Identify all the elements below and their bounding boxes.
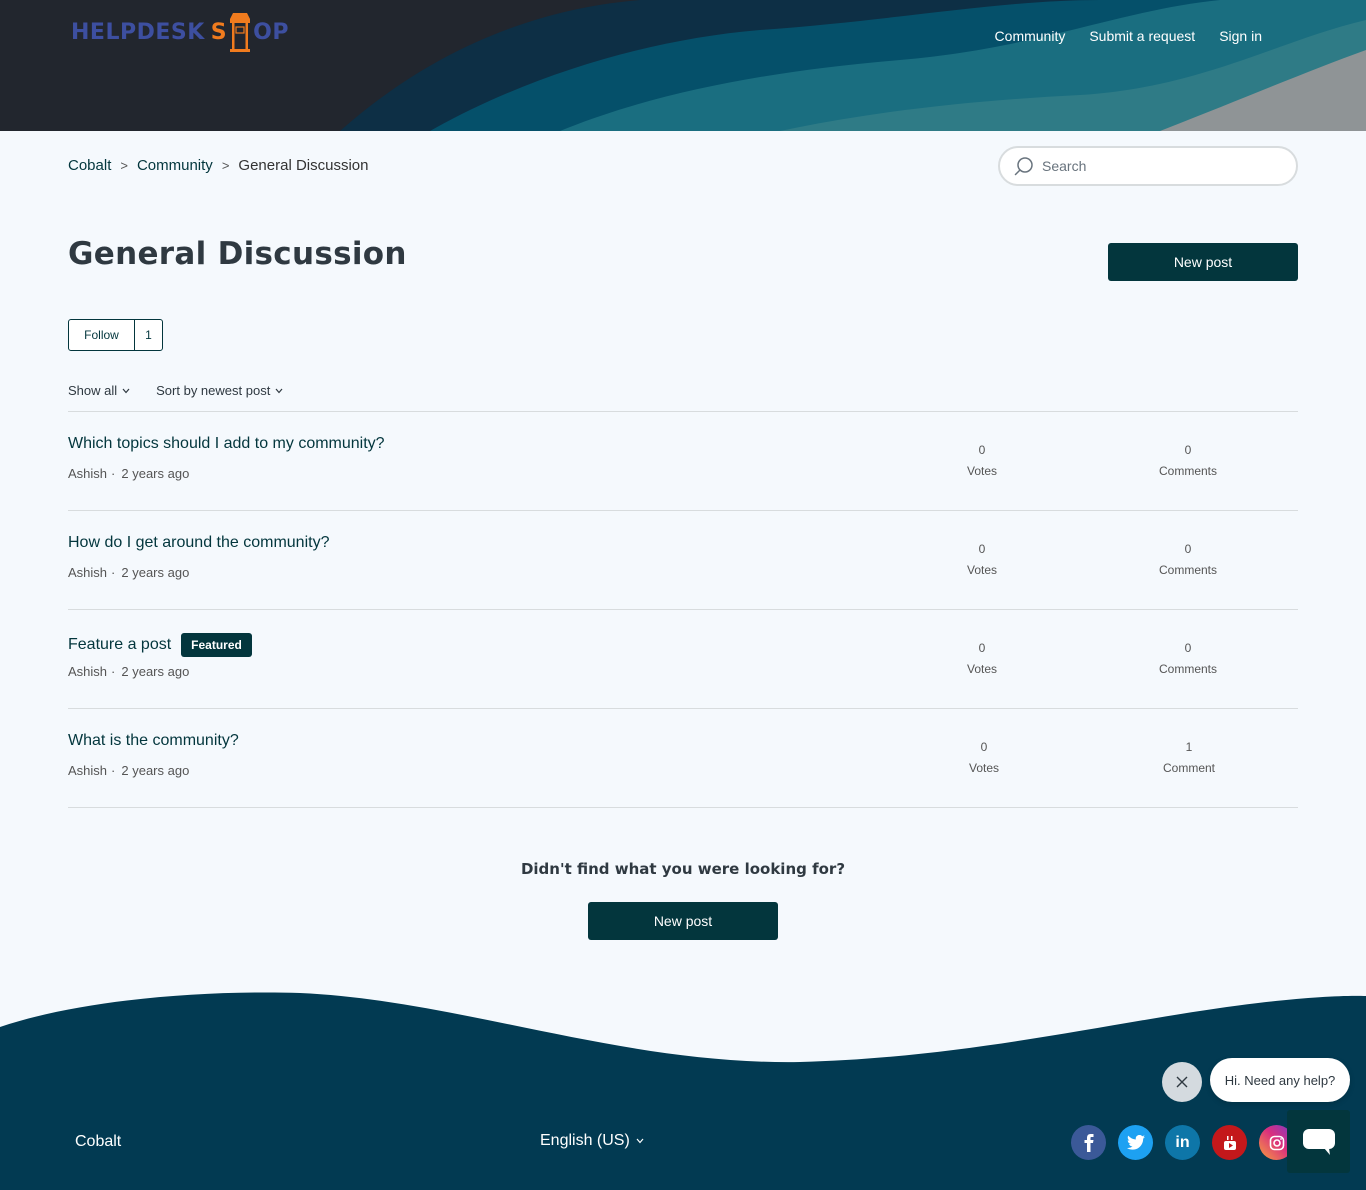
shop-stall-icon (230, 13, 251, 52)
breadcrumb: Cobalt > Community > General Discussion (68, 157, 368, 174)
post-author: Ashish (68, 565, 108, 580)
comment-count: 1 (1185, 740, 1193, 754)
new-post-button-bottom[interactable]: New post (588, 902, 778, 940)
chevron-down-icon (636, 1138, 644, 1144)
logo-text-op: OP (253, 19, 289, 45)
comments-label: Comments (1158, 464, 1217, 478)
meta-separator: · (111, 763, 116, 778)
chat-dismiss-button[interactable] (1162, 1062, 1202, 1102)
helpdesk-shop-logo[interactable]: HELPDESK S OP (71, 10, 289, 54)
post-item: How do I get around the community? Ashis… (68, 511, 1298, 610)
featured-badge: Featured (181, 633, 252, 657)
language-label: English (US) (540, 1132, 630, 1149)
youtube-icon[interactable] (1212, 1125, 1247, 1160)
post-item: What is the community? Ashish · 2 years ag… (68, 709, 1298, 808)
post-author: Ashish (68, 466, 108, 481)
post-title-link[interactable]: Feature a post (68, 636, 171, 654)
vote-count: 0 (978, 542, 986, 556)
meta-separator: · (111, 565, 116, 580)
post-comments: 1 Comment (1139, 740, 1239, 775)
new-post-button[interactable]: New post (1108, 243, 1298, 281)
footer-brand[interactable]: Cobalt (75, 1133, 121, 1151)
social-links: in (1071, 1125, 1294, 1160)
search-box[interactable] (998, 146, 1298, 186)
post-title-link[interactable]: Which topics should I add to my communit… (68, 435, 385, 453)
comments-label: Comments (1158, 662, 1217, 676)
sort-label: Sort by newest post (156, 383, 271, 398)
vote-count: 0 (980, 740, 988, 754)
page-title: General Discussion (68, 236, 407, 272)
meta-separator: · (111, 664, 116, 679)
votes-label: Votes (968, 761, 1000, 775)
votes-label: Votes (966, 464, 998, 478)
vote-count: 0 (978, 641, 986, 655)
post-votes: 0 Votes (932, 443, 1032, 478)
post-time: 2 years ago (121, 565, 190, 580)
post-item: Feature a post Featured Ashish · 2 years ag… (68, 610, 1298, 709)
site-footer (0, 990, 1366, 1190)
language-selector[interactable]: English (US) (540, 1132, 644, 1150)
breadcrumb-separator: > (221, 158, 230, 173)
chevron-down-icon (275, 388, 283, 393)
post-title-link[interactable]: What is the community? (68, 732, 239, 750)
breadcrumb-cobalt[interactable]: Cobalt (68, 157, 111, 174)
nav-community-link[interactable]: Community (995, 28, 1066, 44)
nav-submit-request-link[interactable]: Submit a request (1089, 28, 1195, 44)
post-votes: 0 Votes (932, 542, 1032, 577)
chat-greeting-bubble[interactable]: Hi. Need any help? (1210, 1058, 1350, 1102)
comments-label: Comments (1158, 563, 1217, 577)
votes-label: Votes (966, 563, 998, 577)
search-input[interactable] (1042, 158, 1262, 174)
post-comments: 0 Comments (1138, 641, 1238, 676)
comment-count: 0 (1184, 641, 1192, 655)
sort-dropdown[interactable]: Sort by newest post (156, 383, 283, 398)
linkedin-icon[interactable]: in (1165, 1125, 1200, 1160)
chevron-down-icon (122, 388, 130, 393)
breadcrumb-current: General Discussion (238, 157, 369, 174)
votes-label: Votes (966, 662, 998, 676)
site-header: HELPDESK S OP Community Submit a request… (0, 0, 1366, 131)
vote-count: 0 (978, 443, 986, 457)
comments-label: Comment (1162, 761, 1215, 775)
facebook-icon[interactable] (1071, 1125, 1106, 1160)
follow-label: Follow (69, 320, 135, 350)
show-all-dropdown[interactable]: Show all (68, 383, 130, 398)
post-comments: 0 Comments (1138, 443, 1238, 478)
post-author: Ashish (68, 763, 108, 778)
footer-wave-background (0, 992, 1366, 1190)
close-icon (1176, 1076, 1188, 1088)
chat-launcher-button[interactable] (1287, 1110, 1350, 1173)
post-time: 2 years ago (121, 466, 190, 481)
comment-count: 0 (1184, 542, 1192, 556)
search-icon (1014, 157, 1033, 176)
show-all-label: Show all (68, 383, 118, 398)
logo-text-s: S (210, 19, 228, 45)
comment-count: 0 (1184, 443, 1192, 457)
post-votes: 0 Votes (934, 740, 1034, 775)
post-votes: 0 Votes (932, 641, 1032, 676)
post-comments: 0 Comments (1138, 542, 1238, 577)
post-author: Ashish (68, 664, 108, 679)
meta-separator: · (111, 466, 116, 481)
top-navigation: Community Submit a request Sign in (995, 28, 1262, 44)
post-time: 2 years ago (121, 763, 190, 778)
post-filters: Show all Sort by newest post (68, 383, 283, 398)
post-title-link[interactable]: How do I get around the community? (68, 534, 329, 552)
post-time: 2 years ago (121, 664, 190, 679)
follow-button[interactable]: Follow 1 (68, 319, 163, 351)
follower-count: 1 (145, 328, 152, 342)
post-item: Which topics should I add to my communit… (68, 412, 1298, 511)
breadcrumb-separator: > (120, 158, 128, 173)
breadcrumb-community[interactable]: Community (137, 157, 213, 174)
twitter-icon[interactable] (1118, 1125, 1153, 1160)
logo-text-helpdesk: HELPDESK (71, 19, 205, 45)
nav-sign-in-link[interactable]: Sign in (1219, 28, 1262, 44)
not-found-heading: Didn't find what you were looking for? (520, 860, 846, 878)
chat-icon (1302, 1128, 1335, 1155)
post-list: Which topics should I add to my communit… (68, 411, 1298, 808)
